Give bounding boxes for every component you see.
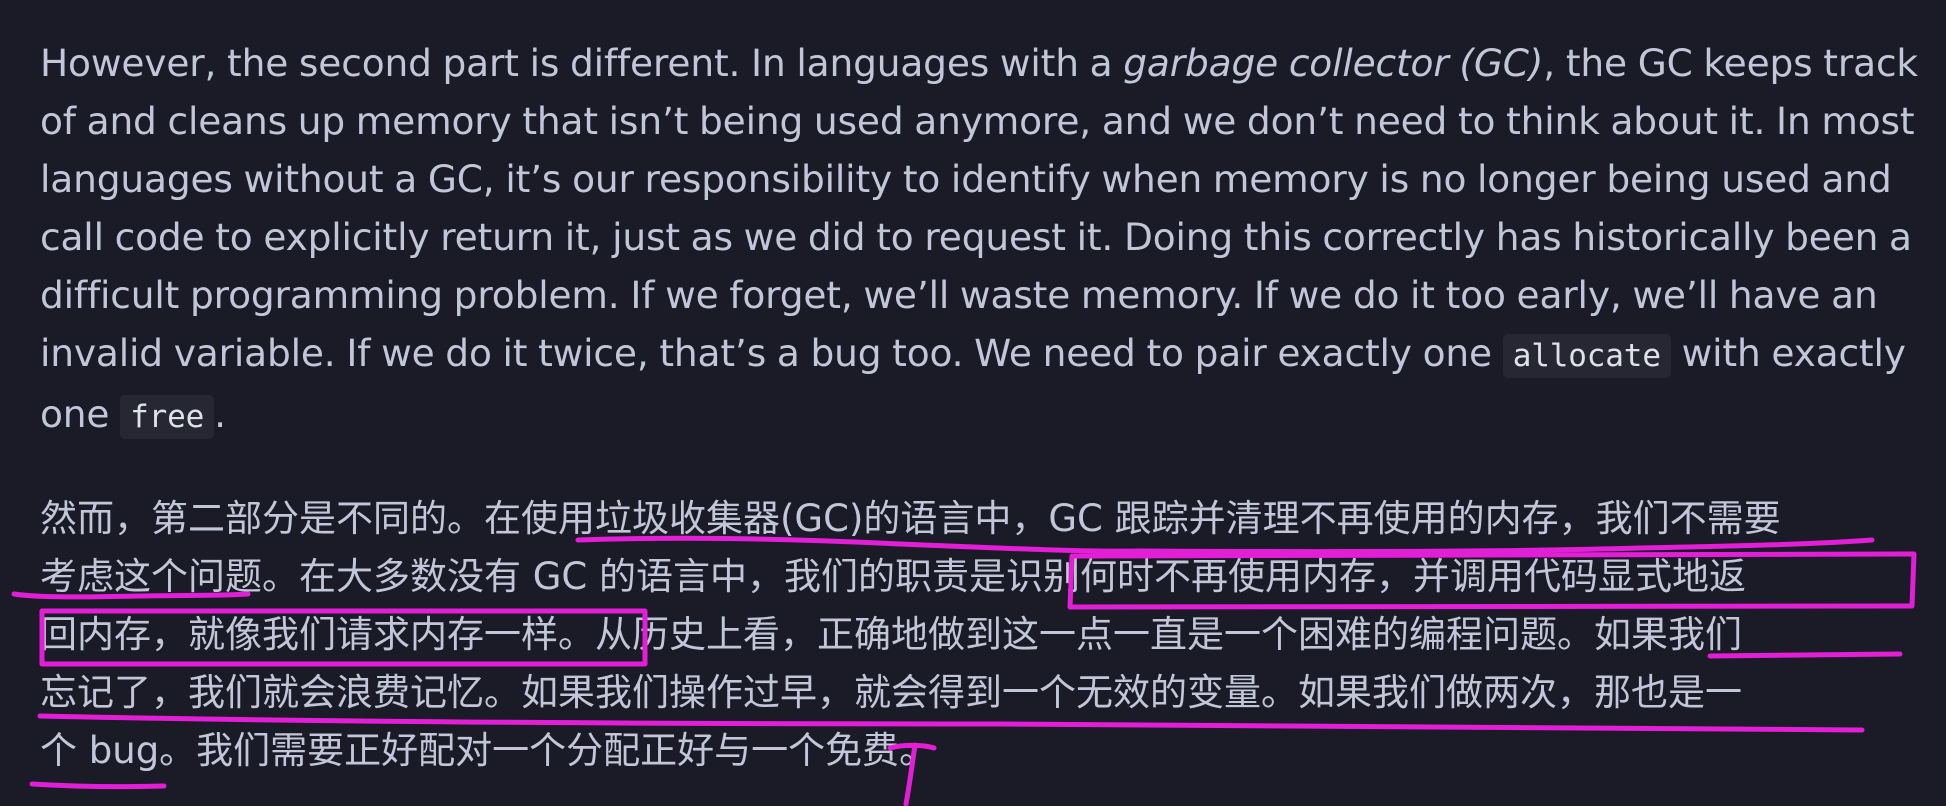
en-line6-pre: invalid variable. If we do it twice, tha… xyxy=(40,331,1503,375)
allocate-code: allocate xyxy=(1502,334,1671,378)
zh-line4: 忘记了，我们就会浪费记忆。如果我们操作过早，就会得到一个无效的变量。如果我们做两… xyxy=(40,671,1742,714)
en-line4: call code to explicitly return it, just … xyxy=(40,215,1912,259)
en-line1-pre: However, the second part is different. I… xyxy=(40,41,1124,85)
underline-bug-line5 xyxy=(29,781,167,790)
zh-line3: 回内存，就像我们请求内存一样。从历史上看，正确地做到这一点一直是一个困难的编程问… xyxy=(40,613,1742,656)
en-line2: of and cleans up memory that isn’t being… xyxy=(40,99,1915,143)
chinese-paragraph: 然而，第二部分是不同的。在使用垃圾收集器(GC)的语言中，GC 跟踪并清理不再使… xyxy=(40,490,1920,780)
zh-line2: 考虑这个问题。在大多数没有 GC 的语言中，我们的职责是识别何时不再使用内存，并… xyxy=(40,555,1747,598)
article-content: However, the second part is different. I… xyxy=(40,34,1920,772)
zh-line5: 个 bug。我们需要正好配对一个分配正好与一个免费。 xyxy=(40,729,937,772)
en-line3: languages without a GC, it’s our respons… xyxy=(40,157,1892,201)
en-garbage-collector-italic: garbage collector (GC) xyxy=(1123,41,1544,85)
en-line7-pre: one xyxy=(40,392,121,436)
en-line7-post: . xyxy=(214,392,226,436)
free-code: free xyxy=(120,395,215,439)
en-line6-post: with exactly xyxy=(1670,331,1906,375)
english-paragraph: However, the second part is different. I… xyxy=(40,34,1920,446)
en-line1-post: , the GC keeps track xyxy=(1543,41,1918,85)
zh-line1: 然而，第二部分是不同的。在使用垃圾收集器(GC)的语言中，GC 跟踪并清理不再使… xyxy=(40,497,1781,540)
en-line5: difficult programming problem. If we for… xyxy=(40,273,1878,317)
